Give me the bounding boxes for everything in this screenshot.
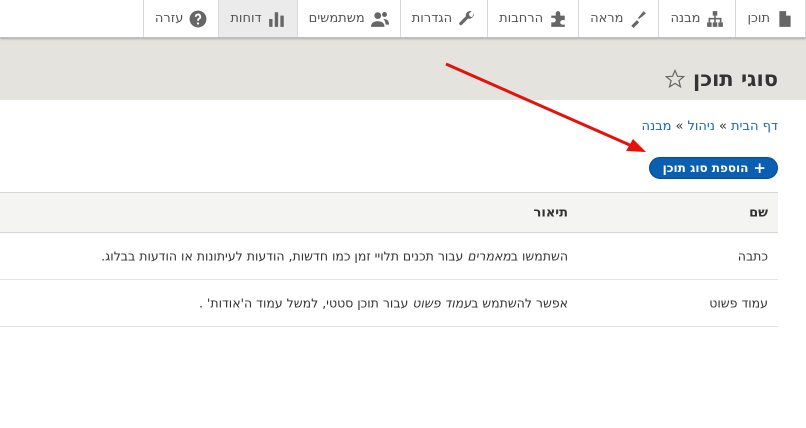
content-type-description: השתמשו במאמרים עבור תכנים תלויי זמן כמו … — [101, 249, 568, 264]
toolbar-item-extensions[interactable]: הרחבות — [487, 0, 579, 37]
toolbar-item-reports[interactable]: דוחות — [218, 0, 297, 37]
add-content-type-label: הוספת סוג תוכן — [662, 161, 749, 175]
brush-icon — [629, 10, 647, 28]
breadcrumb-home[interactable]: דף הבית — [731, 119, 778, 134]
breadcrumb-separator: » — [719, 119, 727, 134]
toolbar-item-label: מבנה — [670, 11, 701, 26]
toolbar-item-label: מראה — [590, 11, 624, 26]
content-type-name: עמוד פשוט — [709, 295, 768, 311]
description-emphasis: מאמרים — [467, 248, 511, 264]
description-text: אפשר להשתמש ב — [471, 295, 568, 311]
column-header-name[interactable]: שם — [749, 205, 768, 220]
add-content-type-button[interactable]: + הוספת סוג תוכן — [648, 157, 778, 179]
toolbar-item-label: תוכן — [747, 11, 770, 26]
description-text: עבור תוכן סטטי, למשל עמוד ה'אודות' . — [198, 295, 413, 311]
description-emphasis: עמוד פשוט — [412, 295, 472, 311]
admin-toolbar: תוכן מבנה מראה הרחבות הגדרות משתמשים דוח… — [0, 0, 806, 38]
sitemap-icon — [706, 10, 724, 28]
page-title: סוגי תוכן — [692, 67, 778, 91]
toolbar-menu: תוכן מבנה מראה הרחבות הגדרות משתמשים דוח… — [142, 0, 806, 37]
description-text: השתמשו ב — [510, 248, 568, 264]
column-header-description: תיאור — [533, 205, 568, 220]
star-icon[interactable] — [664, 69, 685, 89]
help-icon — [189, 10, 207, 28]
description-text: עבור תכנים תלויי זמן כמו חדשות, הודעות ל… — [101, 248, 468, 264]
people-icon — [370, 10, 389, 28]
puzzle-icon — [549, 10, 567, 28]
toolbar-item-label: הרחבות — [499, 11, 544, 26]
bar-chart-icon — [268, 10, 286, 28]
breadcrumb-admin[interactable]: ניהול — [687, 119, 715, 134]
wrench-icon — [458, 10, 476, 28]
toolbar-item-help[interactable]: עזרה — [142, 0, 219, 37]
breadcrumb-separator: » — [675, 119, 684, 134]
toolbar-item-configuration[interactable]: הגדרות — [399, 0, 488, 37]
toolbar-item-content[interactable]: תוכן — [735, 0, 806, 37]
table-row: כתבה השתמשו במאמרים עבור תכנים תלויי זמן… — [0, 233, 778, 280]
plus-icon: + — [753, 158, 766, 177]
content-types-table: שם תיאור כתבה השתמשו במאמרים עבור תכנים … — [0, 192, 778, 327]
toolbar-item-label: משתמשים — [308, 11, 365, 26]
table-row: עמוד פשוט אפשר להשתמש בעמוד פשוט עבור תו… — [0, 280, 778, 327]
breadcrumb-structure[interactable]: מבנה — [641, 119, 671, 134]
breadcrumb: דף הבית » ניהול » מבנה — [641, 119, 778, 134]
table-header: שם תיאור — [0, 192, 778, 233]
toolbar-item-label: עזרה — [154, 11, 184, 26]
toolbar-item-appearance[interactable]: מראה — [578, 0, 659, 37]
page-title-block: סוגי תוכן — [664, 67, 778, 91]
file-icon — [776, 10, 794, 28]
content-type-description: אפשר להשתמש בעמוד פשוט עבור תוכן סטטי, ל… — [199, 296, 568, 311]
toolbar-item-label: הגדרות — [411, 11, 453, 26]
toolbar-item-structure[interactable]: מבנה — [658, 0, 736, 37]
toolbar-item-people[interactable]: משתמשים — [296, 0, 400, 37]
toolbar-item-label: דוחות — [230, 11, 262, 26]
content-type-name: כתבה — [737, 248, 768, 264]
